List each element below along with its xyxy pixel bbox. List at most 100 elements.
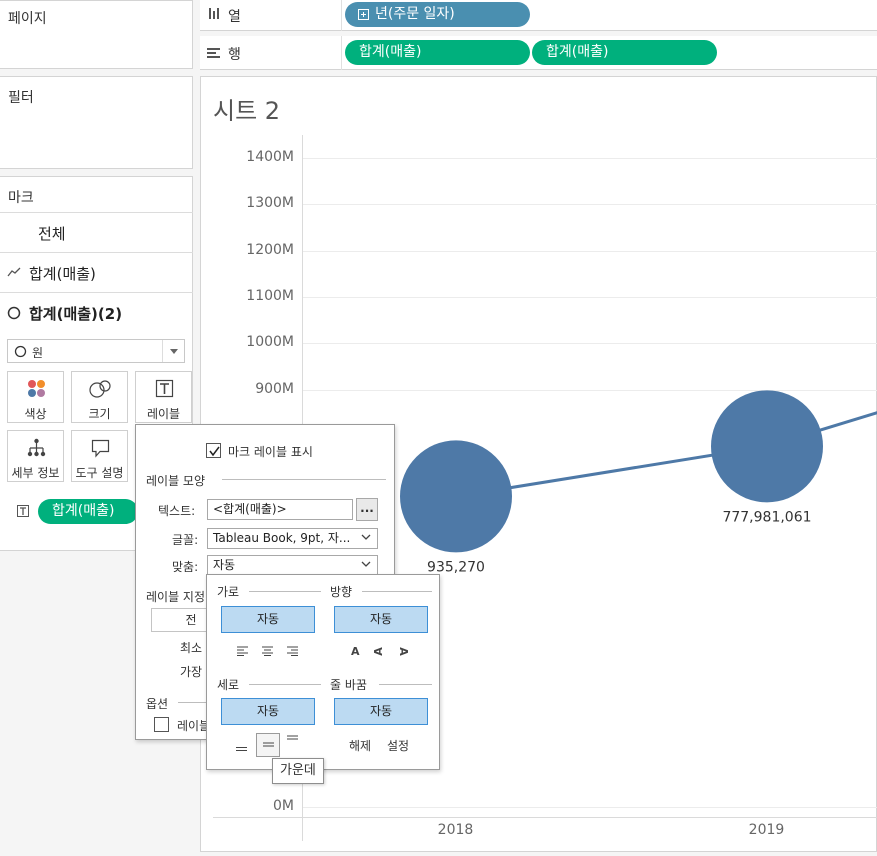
marks-title: 마크: [8, 190, 34, 206]
columns-label: 열: [228, 9, 241, 25]
align-top-icon[interactable]: [287, 735, 298, 743]
year-order-date-pill[interactable]: 년(주문 일자): [345, 2, 530, 27]
section-divider: [379, 684, 432, 685]
rows-label: 행: [228, 47, 241, 63]
expand-plus-icon: [358, 9, 369, 20]
detail-card-button[interactable]: 세부 정보: [7, 430, 64, 482]
detail-card-label: 세부 정보: [11, 466, 60, 480]
rows-sum-sales-pill-2[interactable]: 합계(매출): [532, 40, 717, 65]
line-mark-icon: [7, 267, 21, 277]
data-point-circle[interactable]: [400, 440, 512, 553]
chevron-down-icon: [361, 534, 371, 540]
checkmark-icon: [209, 446, 220, 457]
circle-icon: [14, 345, 27, 358]
font-dropdown[interactable]: Tableau Book, 9pt, 자...: [207, 528, 378, 549]
text-rotate-down-icon[interactable]: A: [397, 647, 410, 656]
edit-text-button[interactable]: ...: [356, 498, 378, 521]
marks-tab-sum-sales-label: 합계(매출): [29, 265, 96, 283]
filters-shelf[interactable]: 필터: [0, 76, 193, 169]
align-middle-tooltip: 가운데: [272, 758, 324, 784]
speech-bubble-icon: [91, 439, 110, 458]
tooltip-card-button[interactable]: 도구 설명: [71, 430, 128, 482]
label-sum-sales-pill[interactable]: 합계(매출): [38, 499, 138, 524]
size-card-label: 크기: [88, 407, 111, 421]
label-card-label: 레이블: [146, 407, 181, 421]
rows-sum-sales-pill-1[interactable]: 합계(매출): [345, 40, 530, 65]
wrap-off-option[interactable]: 해제: [349, 737, 371, 754]
shelf-divider: [341, 0, 342, 31]
alignment-popup: 가로 방향 자동 자동 A A A 세로 줄 바꿈 자동 자동 해제 설정: [206, 574, 440, 770]
mark-type-dropdown-arrow[interactable]: [162, 340, 184, 362]
marks-tab-all-label: 전체: [38, 225, 66, 243]
rows-icon: [207, 48, 220, 58]
marks-tab-sum-sales-2-label: 합계(매출)(2): [29, 305, 123, 323]
wrap-on-option[interactable]: 설정: [387, 737, 409, 754]
wrap-auto-button[interactable]: 자동: [334, 698, 428, 725]
direction-auto-button[interactable]: 자동: [334, 606, 428, 633]
circle-mark-icon: [7, 306, 21, 320]
font-dropdown-value: Tableau Book, 9pt, 자...: [213, 531, 351, 545]
align-middle-button[interactable]: [256, 733, 280, 757]
mark-type-dropdown[interactable]: 원: [7, 339, 185, 363]
options-heading: 옵션: [146, 697, 169, 711]
most-recent-label: 가장: [180, 665, 203, 679]
section-divider: [178, 702, 208, 703]
marks-tab-sum-sales[interactable]: 합계(매출): [0, 252, 193, 292]
wrap-heading: 줄 바꿈: [330, 678, 367, 692]
vertical-heading: 세로: [217, 678, 240, 692]
alignment-dropdown[interactable]: 자동: [207, 555, 378, 576]
vertical-auto-button[interactable]: 자동: [221, 698, 315, 725]
alignment-field-label: 맞춤:: [172, 560, 199, 574]
section-divider: [362, 591, 432, 592]
filters-label: 필터: [8, 90, 34, 106]
horizontal-auto-button[interactable]: 자동: [221, 606, 315, 633]
text-horizontal-icon[interactable]: A: [351, 645, 360, 658]
data-point-label: 935,270: [427, 559, 485, 575]
mark-type-value: 원: [32, 346, 44, 360]
section-divider: [222, 479, 386, 480]
font-field-label: 글꼴:: [172, 533, 199, 547]
columns-icon: [209, 8, 219, 19]
option-checkbox[interactable]: [154, 717, 169, 732]
pages-label: 페이지: [8, 11, 47, 27]
align-right-icon[interactable]: [287, 646, 298, 656]
x-tick-label: 2019: [748, 822, 785, 838]
pages-shelf[interactable]: 페이지: [0, 0, 193, 69]
align-middle-icon: [263, 742, 274, 747]
align-bottom-icon[interactable]: [236, 743, 247, 751]
label-field-t-icon: [17, 505, 29, 517]
show-labels-checkbox[interactable]: [206, 443, 221, 458]
color-card-button[interactable]: 색상: [7, 371, 64, 423]
text-rotate-up-icon[interactable]: A: [372, 647, 385, 656]
text-t-icon: [155, 379, 174, 398]
color-card-label: 색상: [24, 407, 47, 421]
section-divider: [249, 684, 321, 685]
alignment-dropdown-value: 자동: [213, 558, 236, 572]
detail-tree-icon: [27, 438, 46, 457]
color-dots-icon: [28, 380, 45, 397]
data-point-circle[interactable]: [711, 390, 823, 503]
data-point-label: 777,981,061: [722, 509, 811, 525]
marks-tab-sum-sales-2[interactable]: 합계(매출)(2): [0, 292, 193, 333]
columns-shelf[interactable]: 열 년(주문 일자): [200, 0, 877, 31]
size-circles-icon: [89, 380, 111, 398]
label-card-button[interactable]: 레이블: [135, 371, 192, 423]
tooltip-card-label: 도구 설명: [75, 466, 124, 480]
align-center-icon[interactable]: [262, 646, 273, 656]
align-left-icon[interactable]: [237, 646, 248, 656]
show-labels-text: 마크 레이블 표시: [228, 445, 313, 459]
text-field-label: 텍스트:: [158, 504, 196, 518]
marks-to-label-heading: 레이블 지정: [146, 590, 206, 604]
label-appearance-heading: 레이블 모양: [146, 474, 206, 488]
size-card-button[interactable]: 크기: [71, 371, 128, 423]
x-tick-label: 2018: [437, 822, 474, 838]
marks-tab-all[interactable]: 전체: [0, 212, 193, 252]
caret-down-icon: [170, 349, 178, 354]
section-divider: [249, 591, 321, 592]
direction-heading: 방향: [330, 585, 353, 599]
tableau-workspace: 페이지 필터 마크 전체 합계(매출) 합계(매출)(2) 원 색상 크기 레이…: [0, 0, 877, 856]
year-order-date-pill-label: 년(주문 일자): [375, 6, 455, 22]
shelf-divider: [341, 36, 342, 70]
label-text-field[interactable]: <합계(매출)>: [207, 499, 353, 520]
rows-shelf[interactable]: 행 합계(매출) 합계(매출): [200, 36, 877, 70]
